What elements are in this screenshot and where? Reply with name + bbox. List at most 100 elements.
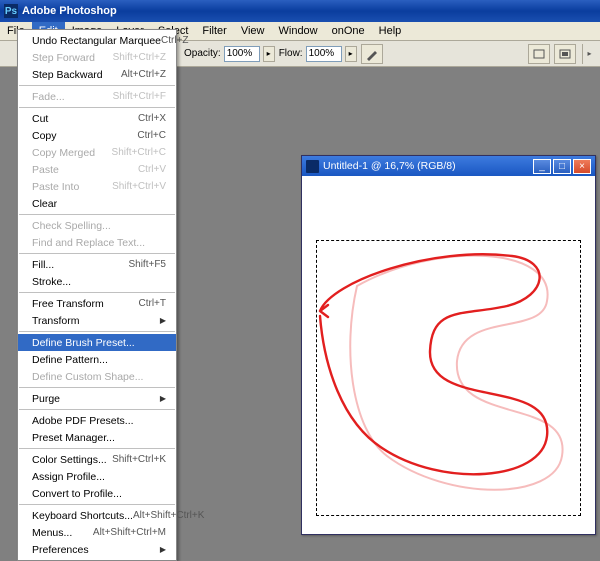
menuitem-keyboard-shortcuts[interactable]: Keyboard Shortcuts...Alt+Shift+Ctrl+K [18, 507, 176, 524]
menuitem-shortcut: Ctrl+C [137, 130, 166, 141]
app-title: Adobe Photoshop [22, 5, 117, 17]
app-icon: Ps [4, 4, 18, 18]
menuitem-free-transform[interactable]: Free TransformCtrl+T [18, 295, 176, 312]
menu-separator [19, 85, 175, 86]
menuitem-label: Define Pattern... [32, 354, 166, 366]
document-title: Untitled-1 @ 16,7% (RGB/8) [323, 160, 456, 172]
menu-onone[interactable]: onOne [325, 22, 372, 40]
menuitem-label: Find and Replace Text... [32, 237, 166, 249]
menuitem-label: Define Custom Shape... [32, 371, 166, 383]
menu-window[interactable]: Window [272, 22, 325, 40]
workspace-expand-button[interactable]: ▸ [582, 44, 596, 64]
menu-separator [19, 504, 175, 505]
menu-help[interactable]: Help [372, 22, 409, 40]
menuitem-shortcut: Ctrl+X [138, 113, 166, 124]
menuitem-step-backward[interactable]: Step BackwardAlt+Ctrl+Z [18, 66, 176, 83]
menuitem-shortcut: Alt+Shift+Ctrl+M [93, 527, 166, 538]
menuitem-label: Transform [32, 315, 160, 327]
document-titlebar[interactable]: Untitled-1 @ 16,7% (RGB/8) _ □ × [302, 156, 595, 176]
menuitem-transform[interactable]: Transform▶ [18, 312, 176, 329]
menuitem-label: Fade... [32, 91, 113, 103]
menuitem-color-settings[interactable]: Color Settings...Shift+Ctrl+K [18, 451, 176, 468]
submenu-arrow-icon: ▶ [160, 394, 166, 403]
canvas[interactable] [302, 176, 595, 534]
menuitem-label: Preferences [32, 544, 160, 556]
menuitem-label: Define Brush Preset... [32, 337, 166, 349]
menuitem-label: Convert to Profile... [32, 488, 166, 500]
menuitem-label: Step Backward [32, 69, 121, 81]
menuitem-label: Fill... [32, 259, 128, 271]
menuitem-shortcut: Shift+F5 [128, 259, 166, 270]
menuitem-label: Adobe PDF Presets... [32, 415, 166, 427]
flow-field[interactable]: 100% [306, 46, 342, 62]
menu-separator [19, 292, 175, 293]
edit-menu: Undo Rectangular MarqueeCtrl+ZStep Forwa… [17, 29, 177, 561]
menuitem-menus[interactable]: Menus...Alt+Shift+Ctrl+M [18, 524, 176, 541]
maximize-button[interactable]: □ [553, 159, 571, 174]
menuitem-step-forward: Step ForwardShift+Ctrl+Z [18, 49, 176, 66]
document-window[interactable]: Untitled-1 @ 16,7% (RGB/8) _ □ × [301, 155, 596, 535]
menu-view[interactable]: View [234, 22, 272, 40]
menuitem-shortcut: Alt+Ctrl+Z [121, 69, 166, 80]
menu-separator [19, 253, 175, 254]
menuitem-define-brush-preset[interactable]: Define Brush Preset... [18, 334, 176, 351]
menuitem-convert-to-profile[interactable]: Convert to Profile... [18, 485, 176, 502]
flow-dropdown-button[interactable]: ▸ [345, 46, 357, 62]
menuitem-assign-profile[interactable]: Assign Profile... [18, 468, 176, 485]
menu-separator [19, 387, 175, 388]
menuitem-label: Purge [32, 393, 160, 405]
menuitem-label: Paste [32, 164, 138, 176]
flow-label: Flow: [279, 48, 303, 59]
submenu-arrow-icon: ▶ [160, 545, 166, 554]
menu-separator [19, 331, 175, 332]
menuitem-shortcut: Alt+Shift+Ctrl+K [133, 510, 204, 521]
menuitem-shortcut: Shift+Ctrl+F [113, 91, 166, 102]
menuitem-label: Step Forward [32, 52, 113, 64]
menuitem-label: Copy [32, 130, 137, 142]
menuitem-label: Clear [32, 198, 166, 210]
menuitem-define-custom-shape: Define Custom Shape... [18, 368, 176, 385]
menuitem-shortcut: Shift+Ctrl+Z [113, 52, 166, 63]
menuitem-paste: PasteCtrl+V [18, 161, 176, 178]
menuitem-label: Cut [32, 113, 138, 125]
palette-well-1[interactable] [528, 44, 550, 64]
menu-filter[interactable]: Filter [195, 22, 233, 40]
airbrush-button[interactable] [361, 44, 383, 64]
menuitem-stroke[interactable]: Stroke... [18, 273, 176, 290]
menuitem-preset-manager[interactable]: Preset Manager... [18, 429, 176, 446]
menuitem-preferences[interactable]: Preferences▶ [18, 541, 176, 558]
menuitem-paste-into: Paste IntoShift+Ctrl+V [18, 178, 176, 195]
palette-well-2[interactable] [554, 44, 576, 64]
menu-separator [19, 214, 175, 215]
menu-separator [19, 448, 175, 449]
menuitem-copy[interactable]: CopyCtrl+C [18, 127, 176, 144]
opacity-field[interactable]: 100% [224, 46, 260, 62]
menuitem-fade: Fade...Shift+Ctrl+F [18, 88, 176, 105]
menuitem-undo-rectangular-marquee[interactable]: Undo Rectangular MarqueeCtrl+Z [18, 32, 176, 49]
menuitem-adobe-pdf-presets[interactable]: Adobe PDF Presets... [18, 412, 176, 429]
menuitem-cut[interactable]: CutCtrl+X [18, 110, 176, 127]
menuitem-shortcut: Ctrl+T [139, 298, 167, 309]
menuitem-fill[interactable]: Fill...Shift+F5 [18, 256, 176, 273]
menuitem-label: Free Transform [32, 298, 139, 310]
menu-separator [19, 409, 175, 410]
menuitem-shortcut: Ctrl+V [138, 164, 166, 175]
close-button[interactable]: × [573, 159, 591, 174]
minimize-button[interactable]: _ [533, 159, 551, 174]
menuitem-purge[interactable]: Purge▶ [18, 390, 176, 407]
menuitem-label: Assign Profile... [32, 471, 166, 483]
menuitem-clear[interactable]: Clear [18, 195, 176, 212]
menuitem-label: Check Spelling... [32, 220, 166, 232]
menuitem-shortcut: Ctrl+Z [161, 35, 189, 46]
menuitem-label: Undo Rectangular Marquee [32, 35, 161, 47]
menuitem-shortcut: Shift+Ctrl+V [112, 181, 166, 192]
document-icon [306, 160, 319, 173]
app-titlebar: Ps Adobe Photoshop [0, 0, 600, 22]
menu-separator [19, 107, 175, 108]
menuitem-label: Preset Manager... [32, 432, 166, 444]
opacity-dropdown-button[interactable]: ▸ [263, 46, 275, 62]
menuitem-define-pattern[interactable]: Define Pattern... [18, 351, 176, 368]
menuitem-label: Color Settings... [32, 454, 112, 466]
menuitem-shortcut: Shift+Ctrl+K [112, 454, 166, 465]
menuitem-find-and-replace-text: Find and Replace Text... [18, 234, 176, 251]
